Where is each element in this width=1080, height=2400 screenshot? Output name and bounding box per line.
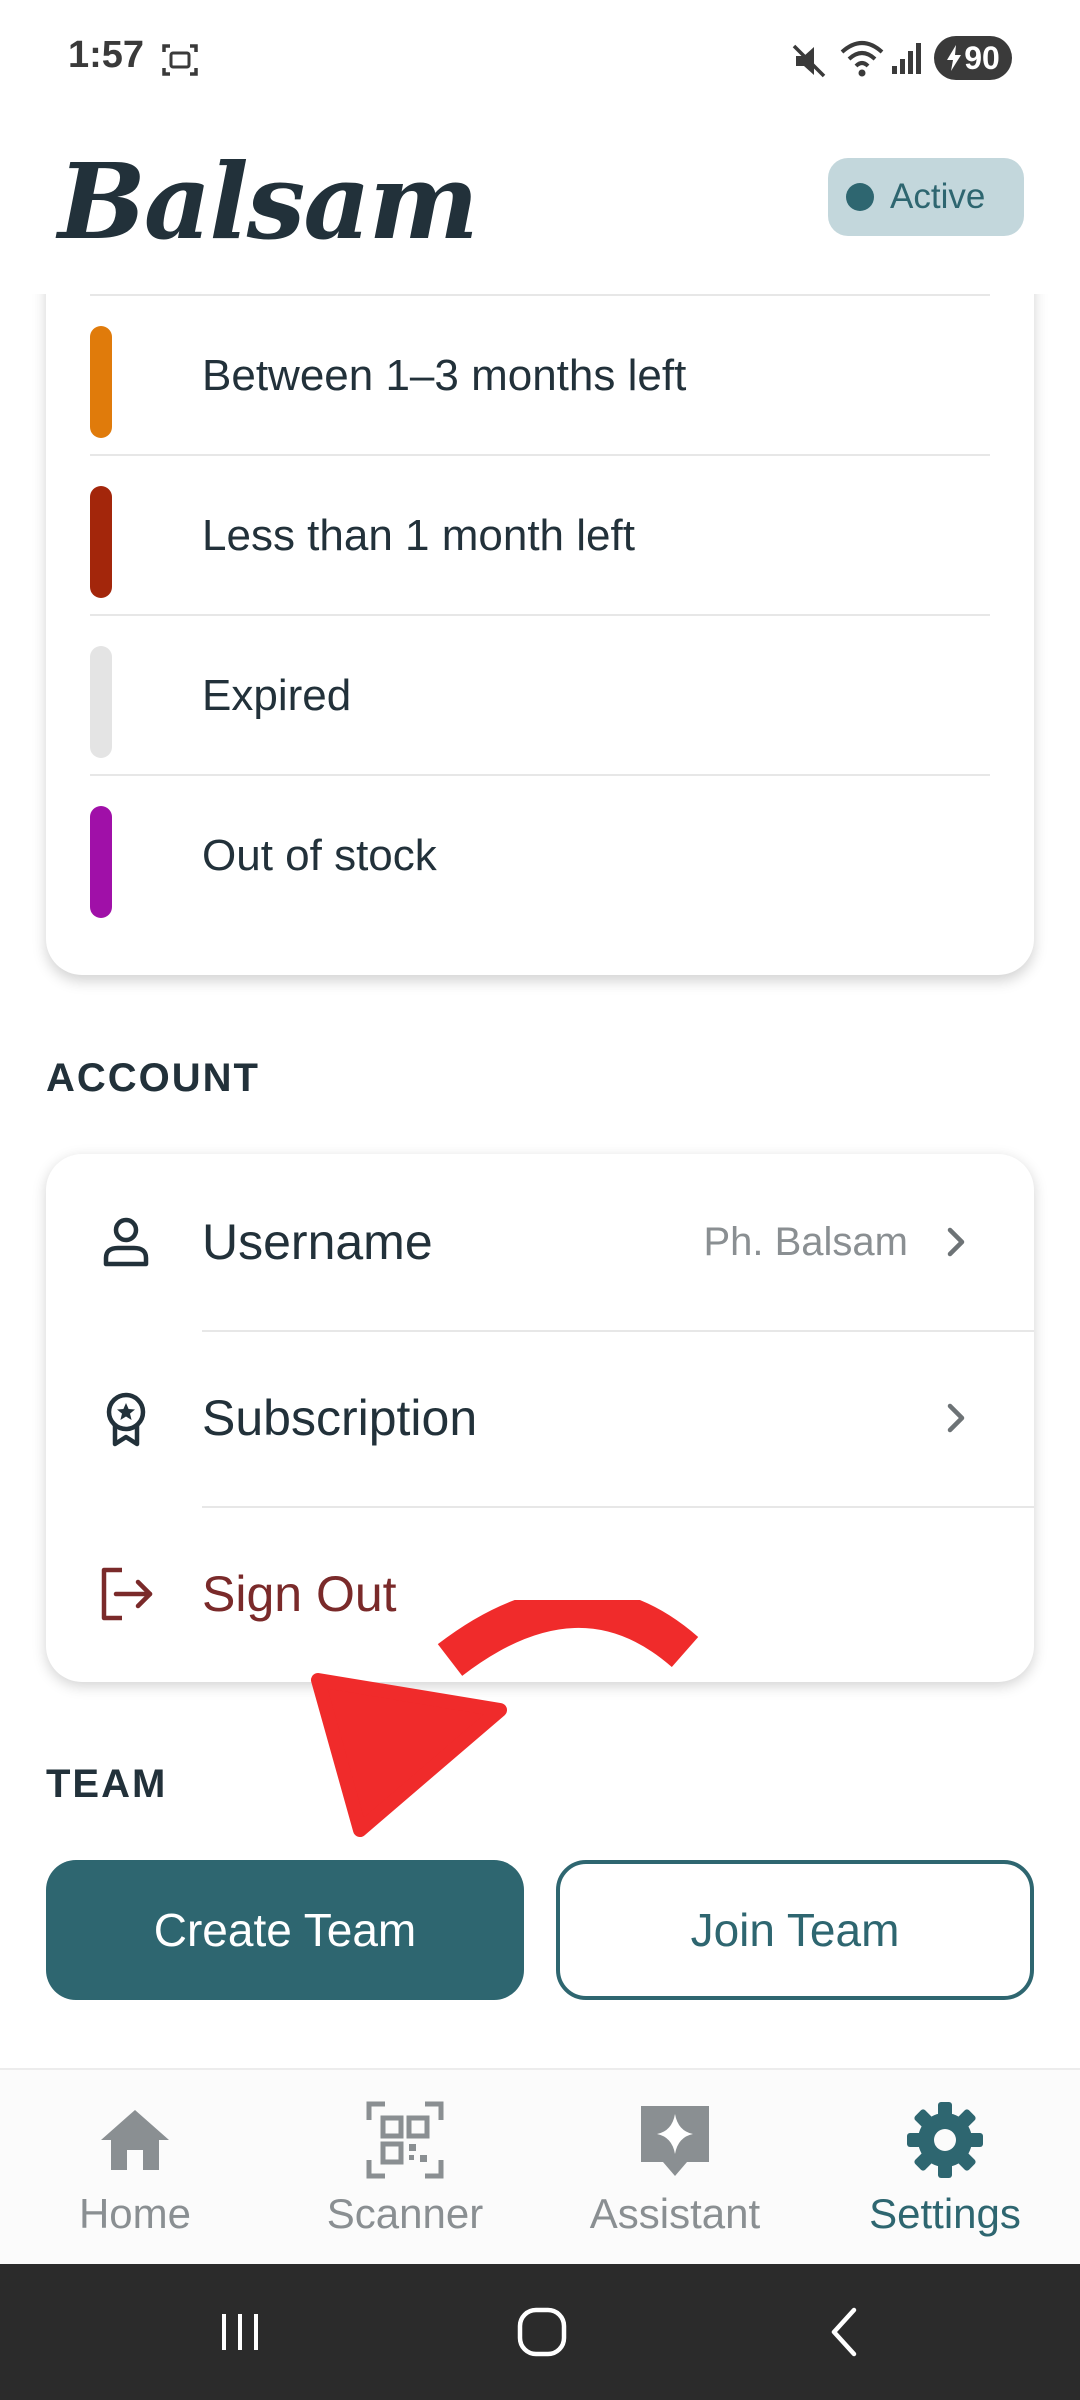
mute-icon [792, 44, 826, 78]
home-icon [101, 2110, 169, 2170]
sparkle-chat-icon [641, 2106, 709, 2176]
subscription-row[interactable]: Subscription [46, 1330, 1034, 1506]
nav-home[interactable]: Home [0, 2070, 270, 2266]
battery-indicator: 90 [934, 36, 1012, 80]
charging-icon [947, 45, 962, 71]
legend-label: Between 1–3 months left [202, 351, 687, 400]
annotation-arrow-icon [311, 1600, 699, 1837]
join-team-button[interactable]: Join Team [556, 1860, 1034, 2000]
legend-color-bar [90, 646, 112, 758]
status-bar: 1:57 90 [0, 0, 1080, 120]
app-header: Balsam Active [0, 120, 1080, 294]
back-icon[interactable] [816, 2302, 876, 2362]
subscription-label: Subscription [202, 1390, 478, 1446]
nav-scanner[interactable]: Scanner [270, 2070, 540, 2266]
legend-label: Expired [202, 671, 352, 720]
award-badge-icon [106, 1392, 146, 1447]
legend-color-bar [90, 806, 112, 918]
legend-color-bar [90, 486, 112, 598]
bottom-navigation: Home Scanner Assistant Settings [0, 2068, 1080, 2264]
username-value: Ph. Balsam [703, 1219, 908, 1264]
legend-item: Less than 1 month left [90, 454, 990, 614]
username-row[interactable]: Username Ph. Balsam [46, 1154, 1034, 1330]
chevron-right-icon [947, 1227, 965, 1257]
chevron-right-icon [947, 1403, 965, 1433]
person-icon [103, 1217, 149, 1267]
username-label: Username [202, 1214, 433, 1270]
legend-color-bar [90, 326, 112, 438]
team-section-label: TEAM [46, 1762, 168, 1806]
legend-item: Out of stock [90, 774, 990, 934]
expiry-legend-card: Between 1–3 months left Less than 1 mont… [46, 240, 1034, 975]
nav-home-label: Home [78, 2190, 192, 2237]
nav-assistant-label: Assistant [589, 2190, 761, 2237]
nav-assistant[interactable]: Assistant [540, 2070, 810, 2266]
account-section-label: ACCOUNT [46, 1056, 260, 1100]
home-button-icon[interactable] [512, 2302, 572, 2362]
status-badge-label: Active [890, 177, 986, 216]
legend-label: Less than 1 month left [202, 511, 635, 560]
legend-item: Expired [90, 614, 990, 774]
legend-label: Out of stock [202, 831, 437, 880]
recent-apps-icon[interactable] [210, 2302, 270, 2362]
battery-level: 90 [964, 39, 1000, 76]
legend-item: Between 1–3 months left [90, 294, 990, 454]
sign-out-icon [101, 1567, 153, 1621]
wifi-icon [840, 41, 884, 77]
qr-scanner-icon [366, 2101, 444, 2179]
nav-scanner-label: Scanner [326, 2190, 484, 2237]
nav-settings[interactable]: Settings [810, 2070, 1080, 2266]
status-badge: Active [828, 158, 1024, 236]
signal-icon [892, 43, 921, 74]
create-team-button[interactable]: Create Team [46, 1860, 524, 2000]
gear-icon [907, 2102, 983, 2178]
nav-settings-label: Settings [869, 2190, 1021, 2237]
screenshot-icon [162, 44, 198, 76]
status-time: 1:57 [68, 34, 145, 76]
app-logo: Balsam [58, 140, 479, 263]
status-dot [846, 183, 874, 211]
system-navigation-bar [0, 2264, 1080, 2400]
